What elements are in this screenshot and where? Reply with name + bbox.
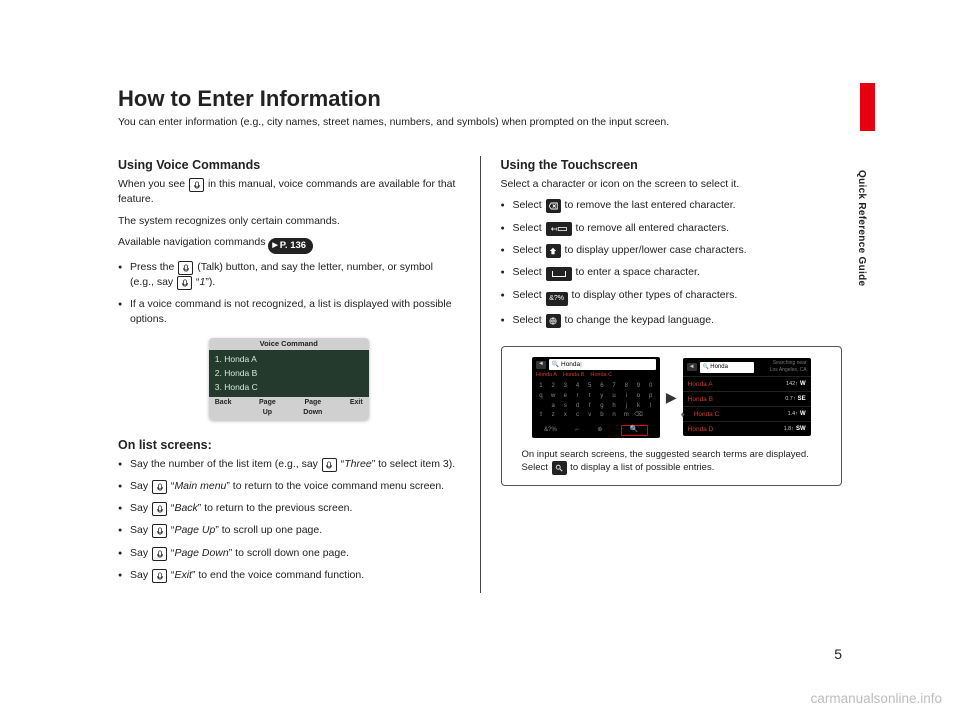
search-icon bbox=[552, 461, 567, 475]
voice-avail-nav: Available navigation commands P. 136 bbox=[118, 235, 460, 254]
page-number: 5 bbox=[834, 646, 842, 662]
page-subtitle: You can enter information (e.g., city na… bbox=[118, 116, 842, 128]
arrow-right-icon: ▶ bbox=[666, 387, 677, 407]
kb-suggestion: Honda B bbox=[563, 372, 584, 380]
kb-search-highlight: 🔍 bbox=[621, 425, 648, 435]
talk-icon bbox=[152, 547, 167, 561]
touch-intro: Select a character or icon on the screen… bbox=[501, 177, 843, 192]
list-item: Say the number of the list item (e.g., s… bbox=[118, 457, 460, 472]
side-label: Quick Reference Guide bbox=[856, 170, 867, 286]
left-column: Using Voice Commands When you see in thi… bbox=[118, 156, 460, 593]
voice-recognize: The system recognizes only certain comma… bbox=[118, 214, 460, 229]
result-row: Honda D1.8↑SW bbox=[683, 421, 811, 436]
results-screenshot: ◄ 🔍 Honda Searching nearLos Angeles, CA … bbox=[683, 358, 811, 436]
list-heading: On list screens: bbox=[118, 436, 460, 454]
touch-bullet: Select to enter a space character. bbox=[501, 265, 843, 281]
voice-heading: Using Voice Commands bbox=[118, 156, 460, 174]
vc-back: Back bbox=[215, 398, 232, 418]
talk-icon bbox=[178, 261, 193, 275]
kb-suggestion: Honda A bbox=[536, 372, 557, 380]
column-divider bbox=[480, 156, 481, 593]
kb-suggestion: Honda C bbox=[590, 372, 612, 380]
voice-bullet-1: Press the (Talk) button, and say the let… bbox=[118, 260, 460, 290]
talk-icon bbox=[152, 480, 167, 494]
page-ref-icon: P. 136 bbox=[268, 238, 313, 254]
result-row: Honda A142↑W bbox=[683, 376, 811, 391]
vc-item: 3. Honda C bbox=[215, 381, 363, 395]
talk-icon bbox=[152, 524, 167, 538]
talk-icon bbox=[152, 569, 167, 583]
touch-bullet: Select to remove the last entered charac… bbox=[501, 198, 843, 213]
talk-icon bbox=[177, 276, 192, 290]
list-item: Say “Exit” to end the voice command func… bbox=[118, 568, 460, 583]
touch-bullet: Select &?% to display other types of cha… bbox=[501, 288, 843, 306]
touch-bullet: Select to change the keypad language. bbox=[501, 313, 843, 328]
list-item: Say “Page Down” to scroll down one page. bbox=[118, 546, 460, 561]
shift-icon bbox=[546, 244, 561, 258]
result-row: ♦Honda C1.4↑W bbox=[683, 406, 811, 421]
voice-bullet-2: If a voice command is not recognized, a … bbox=[118, 297, 460, 327]
vc-exit: Exit bbox=[350, 398, 363, 418]
symbols-icon: &?% bbox=[546, 292, 568, 306]
talk-icon bbox=[152, 502, 167, 516]
section-tab bbox=[860, 83, 875, 131]
vc-pageup: Page Up bbox=[259, 398, 276, 418]
vc-item: 1. Honda A bbox=[215, 353, 363, 367]
kb-search-field: 🔍 Honda| bbox=[549, 359, 656, 371]
ls-back-icon: ◄ bbox=[687, 363, 697, 371]
globe-icon bbox=[546, 314, 561, 328]
talk-icon bbox=[322, 458, 337, 472]
list-item: Say “Back” to return to the previous scr… bbox=[118, 501, 460, 516]
voice-intro: When you see in this manual, voice comma… bbox=[118, 177, 460, 207]
vc-item: 2. Honda B bbox=[215, 367, 363, 381]
list-item: Say “Page Up” to scroll up one page. bbox=[118, 523, 460, 538]
vc-title: Voice Command bbox=[209, 338, 369, 351]
watermark: carmanualsonline.info bbox=[811, 691, 942, 706]
page-title: How to Enter Information bbox=[118, 86, 842, 112]
vc-pagedown: Page Down bbox=[303, 398, 322, 418]
box-caption: On input search screens, the suggested s… bbox=[516, 448, 828, 475]
voice-command-screenshot: Voice Command 1. Honda A 2. Honda B 3. H… bbox=[209, 338, 369, 420]
result-row: Honda B0.7↑SE bbox=[683, 391, 811, 406]
right-column: Using the Touchscreen Select a character… bbox=[501, 156, 843, 593]
talk-icon bbox=[189, 178, 204, 192]
list-item: Say “Main menu” to return to the voice c… bbox=[118, 479, 460, 494]
touch-bullet: Select to display upper/lower case chara… bbox=[501, 243, 843, 258]
delete-x-icon bbox=[546, 199, 561, 213]
touch-bullet: Select to remove all entered characters. bbox=[501, 221, 843, 236]
kb-back-icon: ◄ bbox=[536, 361, 546, 369]
touch-heading: Using the Touchscreen bbox=[501, 156, 843, 174]
keyboard-screenshot: ◄ 🔍 Honda| Honda A Honda B Honda C 12345… bbox=[532, 357, 660, 438]
touchscreen-example-box: ◄ 🔍 Honda| Honda A Honda B Honda C 12345… bbox=[501, 346, 843, 486]
space-icon bbox=[546, 267, 572, 281]
delete-left-icon bbox=[546, 222, 572, 236]
